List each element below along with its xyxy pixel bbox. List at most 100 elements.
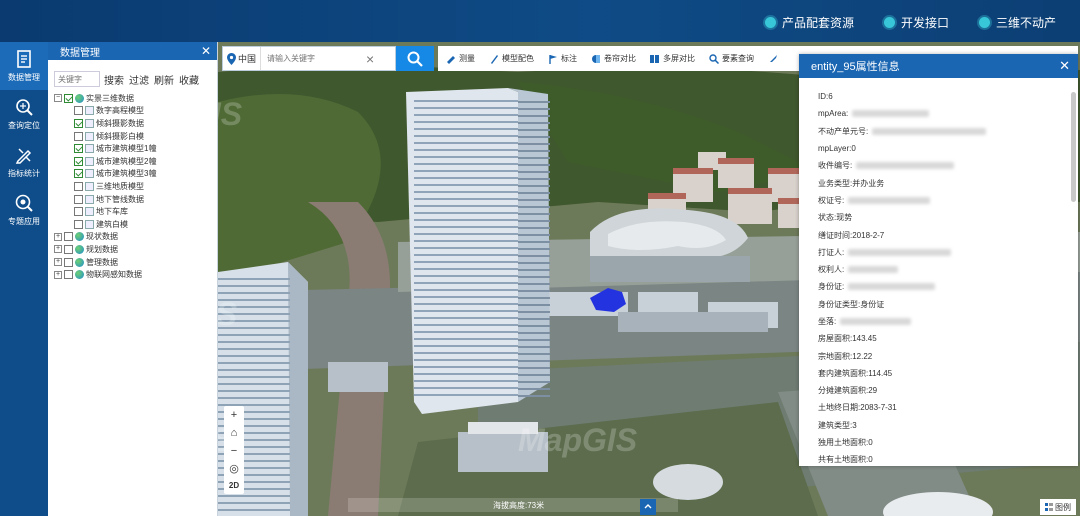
tool-label: 卷帘对比 xyxy=(604,54,636,63)
tree-node[interactable]: 三维地质模型 xyxy=(54,180,217,193)
rail-label: 指标统计 xyxy=(8,169,40,178)
attribute-label: 独用土地面积: xyxy=(818,438,869,448)
locate-button[interactable]: ◎ xyxy=(229,464,239,475)
search-button[interactable]: 搜索 xyxy=(103,72,125,87)
tree-node[interactable]: 建筑白模 xyxy=(54,218,217,231)
attribute-value: 现势 xyxy=(836,213,853,223)
header-link-label: 开发接口 xyxy=(900,16,949,30)
tree-node-label: 建筑白模 xyxy=(96,219,128,229)
filter-button[interactable]: 过滤 xyxy=(128,72,150,87)
layer-checkbox[interactable] xyxy=(74,106,83,116)
refresh-button[interactable]: 刷新 xyxy=(153,72,175,87)
tool-model-color[interactable]: 模型配色 xyxy=(489,53,534,64)
tree-node[interactable]: + 物联网感知数据 xyxy=(54,268,217,281)
tool-measure[interactable]: 测量 xyxy=(446,53,475,64)
tool-feature-query[interactable]: 要素查询 xyxy=(709,53,754,64)
collapse-icon[interactable]: − xyxy=(54,94,62,103)
tree-node[interactable]: + 规划数据 xyxy=(54,243,217,256)
layer-checkbox[interactable] xyxy=(74,219,83,229)
attribute-label: 业务类型: xyxy=(818,178,853,188)
rail-item-thematic[interactable]: 专题应用 xyxy=(0,186,48,234)
attribute-value: 143.45 xyxy=(852,334,877,344)
layer-checkbox[interactable] xyxy=(74,207,83,217)
layer-checkbox[interactable] xyxy=(74,194,83,204)
zoom-in-button[interactable]: + xyxy=(231,409,237,421)
tool-swipe-compare[interactable]: 卷帘对比 xyxy=(591,53,636,64)
home-button[interactable]: ⌂ xyxy=(231,427,238,439)
layer-checkbox[interactable] xyxy=(74,181,83,191)
tree-node-label: 三维地质模型 xyxy=(96,181,144,191)
header-link-3d-realestate[interactable]: 三维不动产 xyxy=(978,14,1056,31)
tree-node[interactable]: 城市建筑模型3幢 xyxy=(54,168,217,181)
attribute-popup-header: entity_95属性信息 ✕ xyxy=(799,54,1078,78)
tool-more[interactable] xyxy=(768,54,778,64)
layer-checkbox[interactable] xyxy=(74,131,83,141)
attribute-label: 房屋面积: xyxy=(818,334,853,344)
tree-node[interactable]: 地下管线数据 xyxy=(54,193,217,206)
tree-node[interactable]: 城市建筑模型2幢 xyxy=(54,155,217,168)
attribute-row: 建筑类型: 3 xyxy=(818,417,1078,434)
header-link-api[interactable]: 开发接口 xyxy=(883,14,949,31)
attribute-row: 套内建筑面积: 114.45 xyxy=(818,365,1078,382)
document-icon xyxy=(17,50,31,68)
layer-checkbox[interactable] xyxy=(64,257,73,267)
expand-icon[interactable]: + xyxy=(54,258,62,267)
close-icon[interactable]: ✕ xyxy=(1059,58,1070,74)
attribute-row: 独用土地面积: 0 xyxy=(818,434,1078,451)
rail-item-data-management[interactable]: 数据管理 xyxy=(0,42,48,90)
expand-up-button[interactable] xyxy=(640,499,656,515)
layer-checkbox[interactable] xyxy=(64,232,73,242)
favorite-button[interactable]: 收藏 xyxy=(178,72,200,87)
rail-item-statistics[interactable]: 指标统计 xyxy=(0,138,48,186)
2d-toggle-button[interactable]: 2D xyxy=(229,482,239,490)
layer-checkbox[interactable] xyxy=(74,118,83,128)
keyword-input[interactable] xyxy=(54,71,100,87)
clear-icon[interactable]: × xyxy=(361,51,379,67)
attribute-row: 收件编号: xyxy=(818,157,1078,174)
rail-label: 数据管理 xyxy=(8,73,40,82)
attribute-row: 分摊建筑面积: 29 xyxy=(818,382,1078,399)
query-icon xyxy=(709,53,719,64)
close-icon[interactable]: ✕ xyxy=(201,44,211,58)
tree-node[interactable]: − 实景三维数据 xyxy=(54,92,217,105)
attribute-label: 套内建筑面积: xyxy=(818,368,869,378)
layer-checkbox[interactable] xyxy=(74,169,83,179)
header-links: 产品配套资源 开发接口 三维不动产 xyxy=(764,14,1056,31)
zoom-out-button[interactable]: − xyxy=(231,445,237,457)
layer-checkbox[interactable] xyxy=(64,244,73,254)
rail-label: 专题应用 xyxy=(8,217,40,226)
tree-node[interactable]: 倾斜摄影数据 xyxy=(54,117,217,130)
tool-label[interactable]: 标注 xyxy=(548,53,577,64)
expand-icon[interactable]: + xyxy=(54,270,62,279)
scrollbar[interactable] xyxy=(1071,92,1076,202)
layer-checkbox[interactable] xyxy=(64,93,73,103)
tree-node[interactable]: + 现状数据 xyxy=(54,231,217,244)
globe-icon xyxy=(75,232,84,242)
attribute-list: ID: 6 mpArea: 不动产单元号: mpLayer: 0 收件编号: 业务类… xyxy=(799,78,1078,466)
attribute-label: 缮证时间: xyxy=(818,230,853,240)
attribute-row: 状态: 现势 xyxy=(818,209,1078,226)
rail-item-query[interactable]: 查询定位 xyxy=(0,90,48,138)
panel-header: 数据管理 ✕ xyxy=(48,42,217,60)
search-submit-button[interactable] xyxy=(396,46,434,71)
layer-checkbox[interactable] xyxy=(64,270,73,280)
legend-label: 图例 xyxy=(1055,502,1071,512)
attribute-value: 身份证 xyxy=(860,299,885,309)
region-selector[interactable]: 中国 xyxy=(223,47,262,70)
legend-button[interactable]: 图例 xyxy=(1040,499,1076,515)
expand-icon[interactable]: + xyxy=(54,245,62,254)
location-search-input[interactable] xyxy=(261,54,362,63)
tree-node[interactable]: 城市建筑模型1幢 xyxy=(54,142,217,155)
layer-checkbox[interactable] xyxy=(74,144,83,154)
header-link-resources[interactable]: 产品配套资源 xyxy=(764,14,854,31)
tool-multiscreen-compare[interactable]: 多屏对比 xyxy=(650,53,695,64)
layer-checkbox[interactable] xyxy=(74,156,83,166)
attribute-label: 分摊建筑面积: xyxy=(818,386,869,396)
attribute-row: mpLayer: 0 xyxy=(818,140,1078,157)
tree-node[interactable]: + 管理数据 xyxy=(54,256,217,269)
tree-node[interactable]: 倾斜摄影白模 xyxy=(54,130,217,143)
flag-icon xyxy=(549,54,557,64)
tree-node[interactable]: 数字高程模型 xyxy=(54,105,217,118)
tree-node[interactable]: 地下车库 xyxy=(54,205,217,218)
expand-icon[interactable]: + xyxy=(54,232,62,241)
